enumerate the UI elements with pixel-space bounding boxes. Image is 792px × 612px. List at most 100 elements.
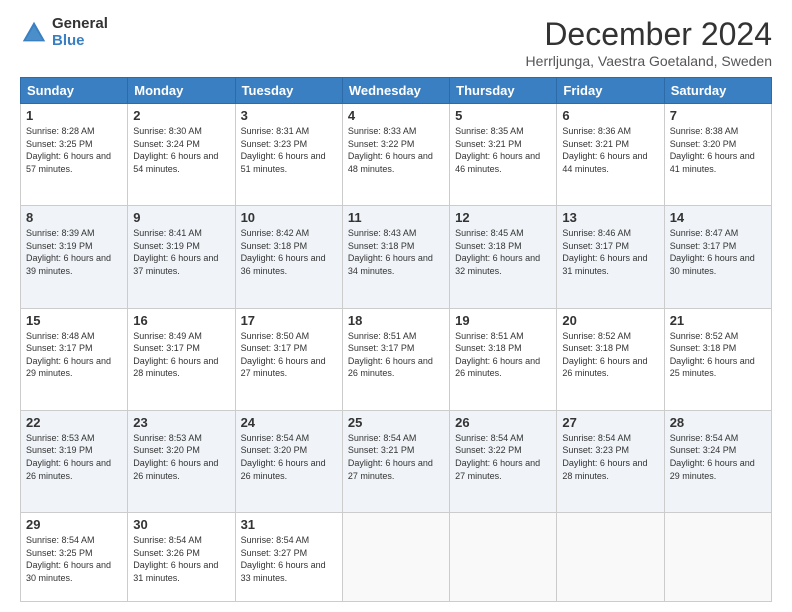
day-info: Sunrise: 8:45 AMSunset: 3:18 PMDaylight:…: [455, 228, 540, 276]
table-row: 8 Sunrise: 8:39 AMSunset: 3:19 PMDayligh…: [21, 206, 128, 308]
day-number: 17: [241, 313, 337, 328]
table-row: 2 Sunrise: 8:30 AMSunset: 3:24 PMDayligh…: [128, 104, 235, 206]
table-row: 23 Sunrise: 8:53 AMSunset: 3:20 PMDaylig…: [128, 410, 235, 512]
logo: General Blue: [20, 16, 108, 49]
day-number: 29: [26, 517, 122, 532]
table-row: 3 Sunrise: 8:31 AMSunset: 3:23 PMDayligh…: [235, 104, 342, 206]
table-row: 13 Sunrise: 8:46 AMSunset: 3:17 PMDaylig…: [557, 206, 664, 308]
day-number: 30: [133, 517, 229, 532]
day-info: Sunrise: 8:51 AMSunset: 3:18 PMDaylight:…: [455, 331, 540, 379]
day-number: 6: [562, 108, 658, 123]
calendar-week-row: 29 Sunrise: 8:54 AMSunset: 3:25 PMDaylig…: [21, 513, 772, 602]
day-info: Sunrise: 8:53 AMSunset: 3:19 PMDaylight:…: [26, 433, 111, 481]
table-row: 1 Sunrise: 8:28 AMSunset: 3:25 PMDayligh…: [21, 104, 128, 206]
table-row: 7 Sunrise: 8:38 AMSunset: 3:20 PMDayligh…: [664, 104, 771, 206]
day-info: Sunrise: 8:42 AMSunset: 3:18 PMDaylight:…: [241, 228, 326, 276]
day-info: Sunrise: 8:54 AMSunset: 3:24 PMDaylight:…: [670, 433, 755, 481]
day-number: 31: [241, 517, 337, 532]
table-row: [557, 513, 664, 602]
day-number: 26: [455, 415, 551, 430]
table-row: 29 Sunrise: 8:54 AMSunset: 3:25 PMDaylig…: [21, 513, 128, 602]
day-info: Sunrise: 8:33 AMSunset: 3:22 PMDaylight:…: [348, 126, 433, 174]
day-number: 11: [348, 210, 444, 225]
day-info: Sunrise: 8:54 AMSunset: 3:23 PMDaylight:…: [562, 433, 647, 481]
day-number: 3: [241, 108, 337, 123]
logo-text: General Blue: [52, 16, 108, 49]
col-sunday: Sunday: [21, 78, 128, 104]
table-row: 28 Sunrise: 8:54 AMSunset: 3:24 PMDaylig…: [664, 410, 771, 512]
table-row: [450, 513, 557, 602]
day-info: Sunrise: 8:43 AMSunset: 3:18 PMDaylight:…: [348, 228, 433, 276]
calendar-header-row: Sunday Monday Tuesday Wednesday Thursday…: [21, 78, 772, 104]
day-info: Sunrise: 8:47 AMSunset: 3:17 PMDaylight:…: [670, 228, 755, 276]
day-number: 1: [26, 108, 122, 123]
day-info: Sunrise: 8:54 AMSunset: 3:25 PMDaylight:…: [26, 535, 111, 583]
day-info: Sunrise: 8:52 AMSunset: 3:18 PMDaylight:…: [670, 331, 755, 379]
day-info: Sunrise: 8:35 AMSunset: 3:21 PMDaylight:…: [455, 126, 540, 174]
table-row: 10 Sunrise: 8:42 AMSunset: 3:18 PMDaylig…: [235, 206, 342, 308]
day-number: 2: [133, 108, 229, 123]
table-row: 6 Sunrise: 8:36 AMSunset: 3:21 PMDayligh…: [557, 104, 664, 206]
logo-blue: Blue: [52, 33, 108, 50]
table-row: 30 Sunrise: 8:54 AMSunset: 3:26 PMDaylig…: [128, 513, 235, 602]
col-thursday: Thursday: [450, 78, 557, 104]
day-number: 4: [348, 108, 444, 123]
location-title: Herrljunga, Vaestra Goetaland, Sweden: [526, 53, 772, 69]
col-friday: Friday: [557, 78, 664, 104]
day-number: 15: [26, 313, 122, 328]
day-info: Sunrise: 8:54 AMSunset: 3:26 PMDaylight:…: [133, 535, 218, 583]
table-row: 21 Sunrise: 8:52 AMSunset: 3:18 PMDaylig…: [664, 308, 771, 410]
day-number: 18: [348, 313, 444, 328]
day-info: Sunrise: 8:52 AMSunset: 3:18 PMDaylight:…: [562, 331, 647, 379]
day-info: Sunrise: 8:46 AMSunset: 3:17 PMDaylight:…: [562, 228, 647, 276]
day-number: 20: [562, 313, 658, 328]
day-number: 22: [26, 415, 122, 430]
day-number: 9: [133, 210, 229, 225]
header: General Blue December 2024 Herrljunga, V…: [20, 16, 772, 69]
table-row: [342, 513, 449, 602]
month-title: December 2024: [526, 16, 772, 53]
calendar-week-row: 1 Sunrise: 8:28 AMSunset: 3:25 PMDayligh…: [21, 104, 772, 206]
day-number: 28: [670, 415, 766, 430]
day-number: 25: [348, 415, 444, 430]
table-row: 15 Sunrise: 8:48 AMSunset: 3:17 PMDaylig…: [21, 308, 128, 410]
day-number: 24: [241, 415, 337, 430]
logo-icon: [20, 19, 48, 47]
day-number: 16: [133, 313, 229, 328]
table-row: 16 Sunrise: 8:49 AMSunset: 3:17 PMDaylig…: [128, 308, 235, 410]
table-row: 20 Sunrise: 8:52 AMSunset: 3:18 PMDaylig…: [557, 308, 664, 410]
day-number: 12: [455, 210, 551, 225]
day-info: Sunrise: 8:48 AMSunset: 3:17 PMDaylight:…: [26, 331, 111, 379]
col-tuesday: Tuesday: [235, 78, 342, 104]
day-number: 7: [670, 108, 766, 123]
day-number: 21: [670, 313, 766, 328]
calendar-table: Sunday Monday Tuesday Wednesday Thursday…: [20, 77, 772, 602]
title-section: December 2024 Herrljunga, Vaestra Goetal…: [526, 16, 772, 69]
day-info: Sunrise: 8:54 AMSunset: 3:20 PMDaylight:…: [241, 433, 326, 481]
day-info: Sunrise: 8:53 AMSunset: 3:20 PMDaylight:…: [133, 433, 218, 481]
day-number: 10: [241, 210, 337, 225]
table-row: 17 Sunrise: 8:50 AMSunset: 3:17 PMDaylig…: [235, 308, 342, 410]
table-row: 9 Sunrise: 8:41 AMSunset: 3:19 PMDayligh…: [128, 206, 235, 308]
day-info: Sunrise: 8:41 AMSunset: 3:19 PMDaylight:…: [133, 228, 218, 276]
table-row: 18 Sunrise: 8:51 AMSunset: 3:17 PMDaylig…: [342, 308, 449, 410]
day-info: Sunrise: 8:54 AMSunset: 3:22 PMDaylight:…: [455, 433, 540, 481]
day-info: Sunrise: 8:28 AMSunset: 3:25 PMDaylight:…: [26, 126, 111, 174]
calendar-week-row: 22 Sunrise: 8:53 AMSunset: 3:19 PMDaylig…: [21, 410, 772, 512]
table-row: 26 Sunrise: 8:54 AMSunset: 3:22 PMDaylig…: [450, 410, 557, 512]
day-info: Sunrise: 8:54 AMSunset: 3:27 PMDaylight:…: [241, 535, 326, 583]
table-row: 22 Sunrise: 8:53 AMSunset: 3:19 PMDaylig…: [21, 410, 128, 512]
day-info: Sunrise: 8:30 AMSunset: 3:24 PMDaylight:…: [133, 126, 218, 174]
day-number: 14: [670, 210, 766, 225]
calendar-week-row: 8 Sunrise: 8:39 AMSunset: 3:19 PMDayligh…: [21, 206, 772, 308]
day-info: Sunrise: 8:51 AMSunset: 3:17 PMDaylight:…: [348, 331, 433, 379]
col-saturday: Saturday: [664, 78, 771, 104]
day-info: Sunrise: 8:49 AMSunset: 3:17 PMDaylight:…: [133, 331, 218, 379]
day-info: Sunrise: 8:31 AMSunset: 3:23 PMDaylight:…: [241, 126, 326, 174]
table-row: 25 Sunrise: 8:54 AMSunset: 3:21 PMDaylig…: [342, 410, 449, 512]
table-row: [664, 513, 771, 602]
day-number: 13: [562, 210, 658, 225]
day-info: Sunrise: 8:50 AMSunset: 3:17 PMDaylight:…: [241, 331, 326, 379]
day-number: 8: [26, 210, 122, 225]
page: General Blue December 2024 Herrljunga, V…: [0, 0, 792, 612]
